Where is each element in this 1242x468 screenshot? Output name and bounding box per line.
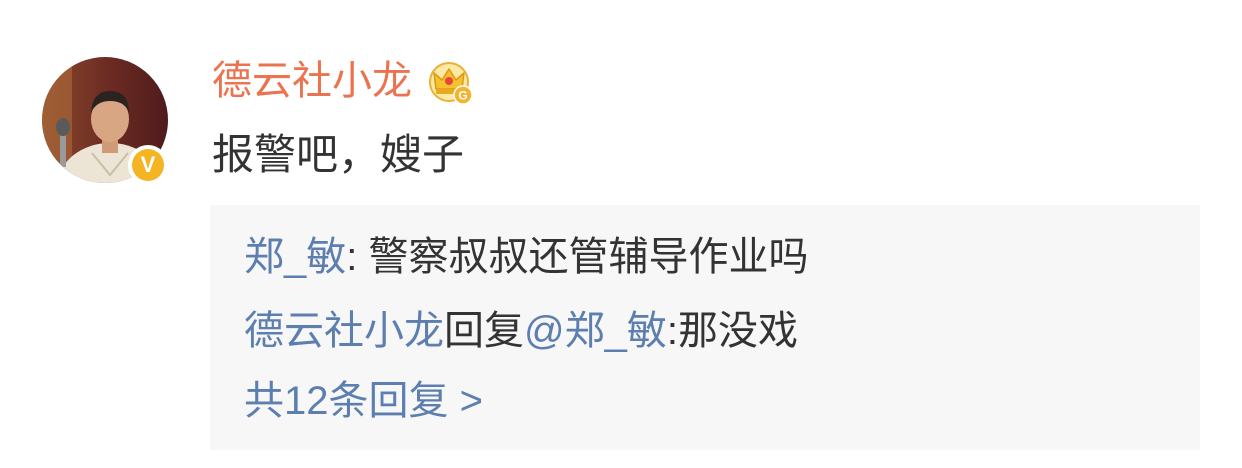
- reply-author-link[interactable]: 郑_敏: [244, 235, 346, 279]
- reply-item[interactable]: 德云社小龙回复@郑_敏:那没戏: [244, 306, 798, 356]
- avatar[interactable]: V: [42, 57, 168, 185]
- comment-card: V 德云社小龙 G 报警吧，嫂子 郑_敏: 警察叔叔还管辅导作业吗 德云社小龙回…: [0, 0, 1242, 468]
- crown-vip-icon[interactable]: G: [428, 61, 474, 105]
- reply-content: :那没戏: [666, 309, 798, 353]
- crown-badge-letter: G: [458, 89, 467, 103]
- reply-box[interactable]: 郑_敏: 警察叔叔还管辅导作业吗 德云社小龙回复@郑_敏:那没戏 共12条回复 …: [210, 205, 1200, 450]
- verified-v-icon: V: [132, 149, 164, 181]
- reply-action-label: 回复: [444, 309, 524, 353]
- reply-author-link[interactable]: 德云社小龙: [244, 309, 444, 353]
- comment-text: 报警吧，嫂子: [212, 131, 465, 178]
- verified-badge: V: [128, 145, 168, 185]
- reply-mention-link[interactable]: @郑_敏: [524, 309, 667, 353]
- reply-item[interactable]: 郑_敏: 警察叔叔还管辅导作业吗: [244, 232, 808, 282]
- more-replies-link[interactable]: 共12条回复 >: [244, 376, 483, 426]
- comment-author-name[interactable]: 德云社小龙: [212, 56, 412, 106]
- reply-content: : 警察叔叔还管辅导作业吗: [346, 235, 809, 279]
